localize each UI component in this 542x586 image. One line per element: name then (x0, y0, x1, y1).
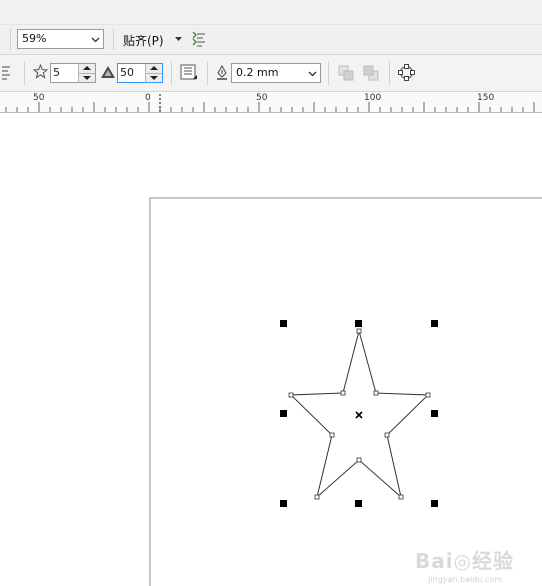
to-front-icon[interactable] (338, 65, 354, 81)
stepper-buttons[interactable] (78, 64, 95, 82)
wrap-text-icon[interactable] (180, 64, 198, 81)
handle-bottom-left (280, 500, 287, 507)
ruler-ticks (5, 94, 535, 112)
increment-button[interactable] (146, 64, 162, 73)
center-marker-icon (355, 411, 363, 419)
node (356, 328, 362, 334)
separator (113, 29, 114, 50)
star-points-value: 5 (53, 66, 60, 79)
page-border (149, 197, 542, 586)
node (384, 432, 390, 438)
standard-toolbar: 59% 贴齐(P) (0, 25, 542, 55)
separator (328, 61, 329, 85)
object-origin-icon[interactable] (0, 65, 12, 81)
node (356, 457, 362, 463)
handle-top-center (355, 320, 362, 327)
snap-to-button[interactable]: 贴齐(P) (123, 32, 164, 49)
chevron-down-icon (308, 71, 317, 77)
canvas-drawing (149, 197, 542, 586)
node (314, 494, 320, 500)
separator (207, 61, 208, 85)
separator (389, 61, 390, 85)
separator (10, 29, 11, 50)
node (425, 392, 431, 398)
arrow-up-icon (150, 66, 158, 70)
handle-top-right (431, 320, 438, 327)
handle-bottom-right (431, 500, 438, 507)
separator (24, 61, 25, 85)
arrow-up-icon (83, 66, 91, 70)
horizontal-ruler[interactable]: 50 0 50 100 150 (0, 92, 542, 113)
align-guides-icon[interactable] (191, 30, 207, 48)
zoom-level-value: 59% (22, 32, 47, 45)
handle-top-left (280, 320, 287, 327)
star-sharpness-value: 50 (120, 66, 134, 79)
watermark-url: jingyan.baidu.com (428, 575, 502, 584)
drawing-canvas[interactable]: Bai◎经验 jingyan.baidu.com (0, 113, 542, 586)
snap-dropdown-icon[interactable] (175, 36, 182, 42)
handle-middle-left (280, 410, 287, 417)
node (373, 390, 379, 396)
outline-width-value: 0.2 mm (236, 66, 279, 79)
node (398, 494, 404, 500)
property-bar: 5 50 0.2 mm (0, 55, 542, 92)
to-back-icon[interactable] (363, 65, 379, 81)
node (329, 432, 335, 438)
outline-width-select[interactable]: 0.2 mm (231, 63, 321, 83)
title-strip (0, 0, 542, 25)
stepper-buttons[interactable] (145, 64, 162, 82)
star-points-stepper[interactable]: 5 (50, 63, 96, 83)
handle-bottom-center (355, 500, 362, 507)
arrow-down-icon (83, 76, 91, 80)
decrement-button[interactable] (79, 73, 95, 82)
node (288, 392, 294, 398)
arrow-down-icon (150, 76, 158, 80)
star-points-icon (33, 64, 48, 79)
separator (171, 61, 172, 85)
selection-handles (280, 320, 438, 507)
handle-middle-right (431, 410, 438, 417)
zoom-level-select[interactable]: 59% (17, 29, 104, 49)
pen-outline-icon (217, 65, 227, 80)
watermark-logo: Bai◎经验 (414, 549, 514, 573)
chevron-down-icon (91, 37, 100, 43)
convert-curves-icon[interactable] (398, 64, 415, 81)
decrement-button[interactable] (146, 73, 162, 82)
node (340, 390, 346, 396)
increment-button[interactable] (79, 64, 95, 73)
star-sharpness-icon (101, 66, 115, 78)
star-sharpness-stepper[interactable]: 50 (117, 63, 163, 83)
